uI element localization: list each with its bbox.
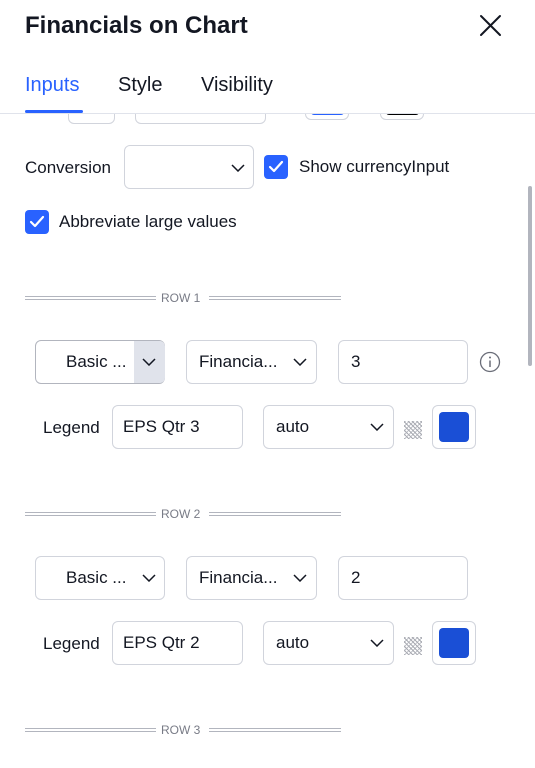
row-1-value-input[interactable]: 3: [338, 340, 468, 384]
top-row-color-swatch-a[interactable]: [305, 114, 349, 120]
row-2-metric-select[interactable]: Financia...: [186, 556, 317, 600]
chevron-down-icon: [293, 358, 307, 366]
row-2-style-value: auto: [276, 633, 310, 652]
tab-style[interactable]: Style: [118, 72, 162, 98]
chevron-down-icon: [231, 164, 245, 172]
top-row-color-swatch-b[interactable]: [380, 114, 424, 120]
abbreviate-label: Abbreviate large values: [59, 212, 237, 231]
row-2-value-input[interactable]: 2: [338, 556, 468, 600]
row-1-legend-label: Legend: [43, 418, 100, 437]
separator-line-right: [209, 512, 341, 516]
row-2-legend-input[interactable]: EPS Qtr 2: [112, 621, 243, 665]
row-1-value-text: 3: [351, 352, 361, 371]
row-1-style-select[interactable]: auto: [263, 405, 394, 449]
scrollbar[interactable]: [528, 186, 532, 366]
row-1-style-value: auto: [276, 417, 310, 436]
row-2-style-select[interactable]: auto: [263, 621, 394, 665]
separator-line-right: [209, 296, 341, 300]
chevron-down-icon: [370, 423, 384, 431]
row-1-metric-select[interactable]: Financia...: [186, 340, 317, 384]
row-1-legend-value: EPS Qtr 3: [123, 417, 200, 436]
dialog-title: Financials on Chart: [25, 12, 248, 39]
check-icon: [268, 160, 284, 173]
inputs-panel: Conversion Show currencyInput Abbreviate…: [0, 114, 535, 768]
show-currency-checkbox[interactable]: [264, 155, 288, 179]
row-2-label: ROW 2: [161, 507, 201, 521]
abbreviate-checkbox[interactable]: [25, 210, 49, 234]
row-1-color-swatch[interactable]: [432, 405, 476, 449]
chevron-down-icon: [142, 574, 156, 582]
chevron-down-icon: [293, 574, 307, 582]
separator-line-left: [25, 512, 156, 516]
separator-line-right: [209, 728, 341, 732]
row-2-metric-value: Financia...: [199, 568, 278, 587]
close-button[interactable]: [474, 10, 506, 42]
row-3-label: ROW 3: [161, 723, 201, 737]
row-1-metric-value: Financia...: [199, 352, 278, 371]
chevron-down-icon: [370, 639, 384, 647]
conversion-label: Conversion: [25, 158, 111, 177]
tab-bar: Inputs Style Visibility: [0, 66, 535, 114]
row-2-legend-label: Legend: [43, 634, 100, 653]
row-2-color-swatch[interactable]: [432, 621, 476, 665]
top-row-color-fill-a: [311, 114, 344, 115]
transparency-pattern-icon: [404, 637, 422, 655]
row-1-category-toggle[interactable]: [134, 341, 165, 383]
show-currency-label: Show currencyInput: [299, 157, 450, 176]
separator-line-left: [25, 296, 156, 300]
row-1-category-select[interactable]: Basic ...: [35, 340, 165, 384]
top-row-text-field[interactable]: [135, 114, 266, 124]
row-2-category-select[interactable]: Basic ...: [35, 556, 165, 600]
row-1-category-value: Basic ...: [66, 352, 127, 371]
row-1-color-fill: [439, 412, 469, 442]
row-2-separator: ROW 2: [25, 507, 341, 523]
top-row-color-fill-b: [386, 114, 419, 115]
check-icon: [29, 215, 45, 228]
tab-visibility[interactable]: Visibility: [201, 72, 273, 98]
row-1-legend-input[interactable]: EPS Qtr 3: [112, 405, 243, 449]
row-3-separator: ROW 3: [25, 723, 341, 739]
top-row-checkbox-field[interactable]: [68, 114, 115, 124]
separator-line-left: [25, 728, 156, 732]
close-icon[interactable]: [474, 10, 506, 42]
row-1-separator: ROW 1: [25, 291, 341, 307]
chevron-down-icon: [142, 358, 156, 366]
row-2-value-text: 2: [351, 568, 361, 587]
transparency-pattern-icon: [404, 421, 422, 439]
row-2-color-fill: [439, 628, 469, 658]
conversion-select[interactable]: [124, 145, 254, 189]
row-2-legend-value: EPS Qtr 2: [123, 633, 200, 652]
tab-inputs[interactable]: Inputs: [25, 72, 79, 98]
info-icon[interactable]: [479, 351, 501, 373]
row-2-category-value: Basic ...: [66, 568, 127, 587]
row-1-label: ROW 1: [161, 291, 201, 305]
